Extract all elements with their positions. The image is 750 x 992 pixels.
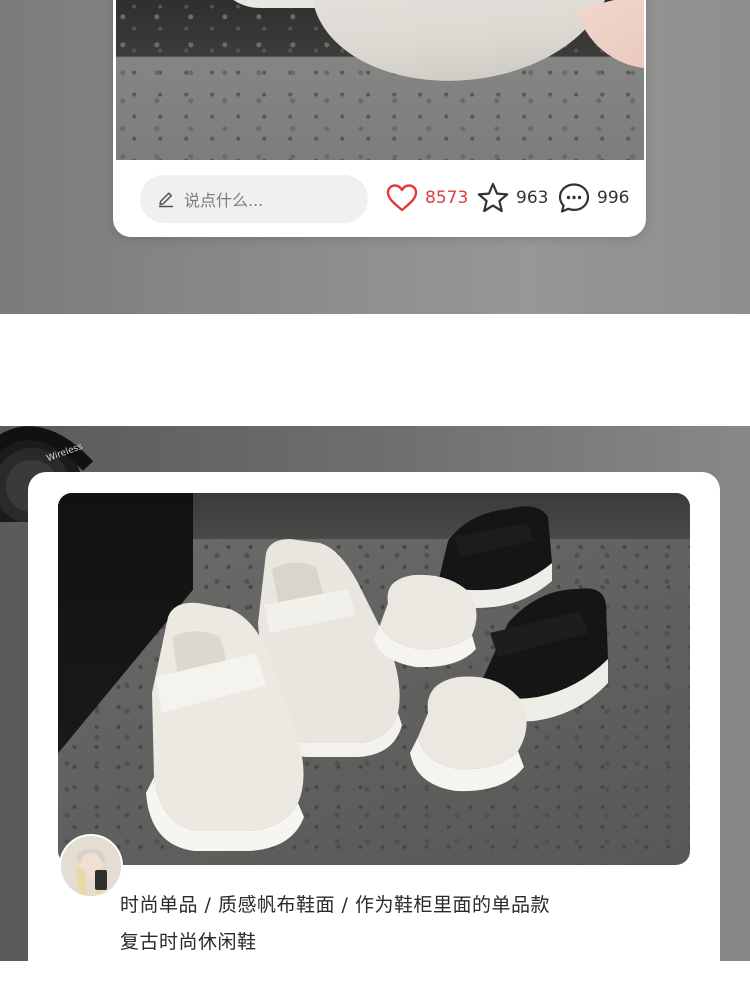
shoe-sole-right xyxy=(306,0,622,96)
caption-line-1: 时尚单品 / 质感帆布鞋面 / 作为鞋柜里面的单品款 xyxy=(120,894,550,916)
heart-icon xyxy=(386,184,418,212)
comment-button[interactable]: 996 xyxy=(557,180,629,216)
author-avatar[interactable] xyxy=(59,834,123,898)
star-icon xyxy=(477,182,509,213)
speech-bubble-icon xyxy=(558,183,590,213)
avatar-portrait xyxy=(61,836,121,896)
favorite-count: 963 xyxy=(516,188,549,208)
previous-post-photo[interactable] xyxy=(116,0,644,160)
comment-input[interactable]: 说点什么... xyxy=(140,175,368,223)
comment-count: 996 xyxy=(597,188,630,208)
comment-placeholder: 说点什么... xyxy=(184,191,264,210)
product-photo[interactable] xyxy=(58,493,690,865)
like-count: 8573 xyxy=(425,188,469,208)
black-shoes xyxy=(374,506,608,792)
caption-line-2: 复古时尚休闲鞋 xyxy=(120,931,257,953)
post-actions-bar: 说点什么... 8573 963 996 xyxy=(113,160,646,237)
hand xyxy=(576,0,644,85)
pencil-icon xyxy=(158,192,174,208)
like-button[interactable]: 8573 xyxy=(385,180,468,216)
favorite-button[interactable]: 963 xyxy=(476,180,548,216)
